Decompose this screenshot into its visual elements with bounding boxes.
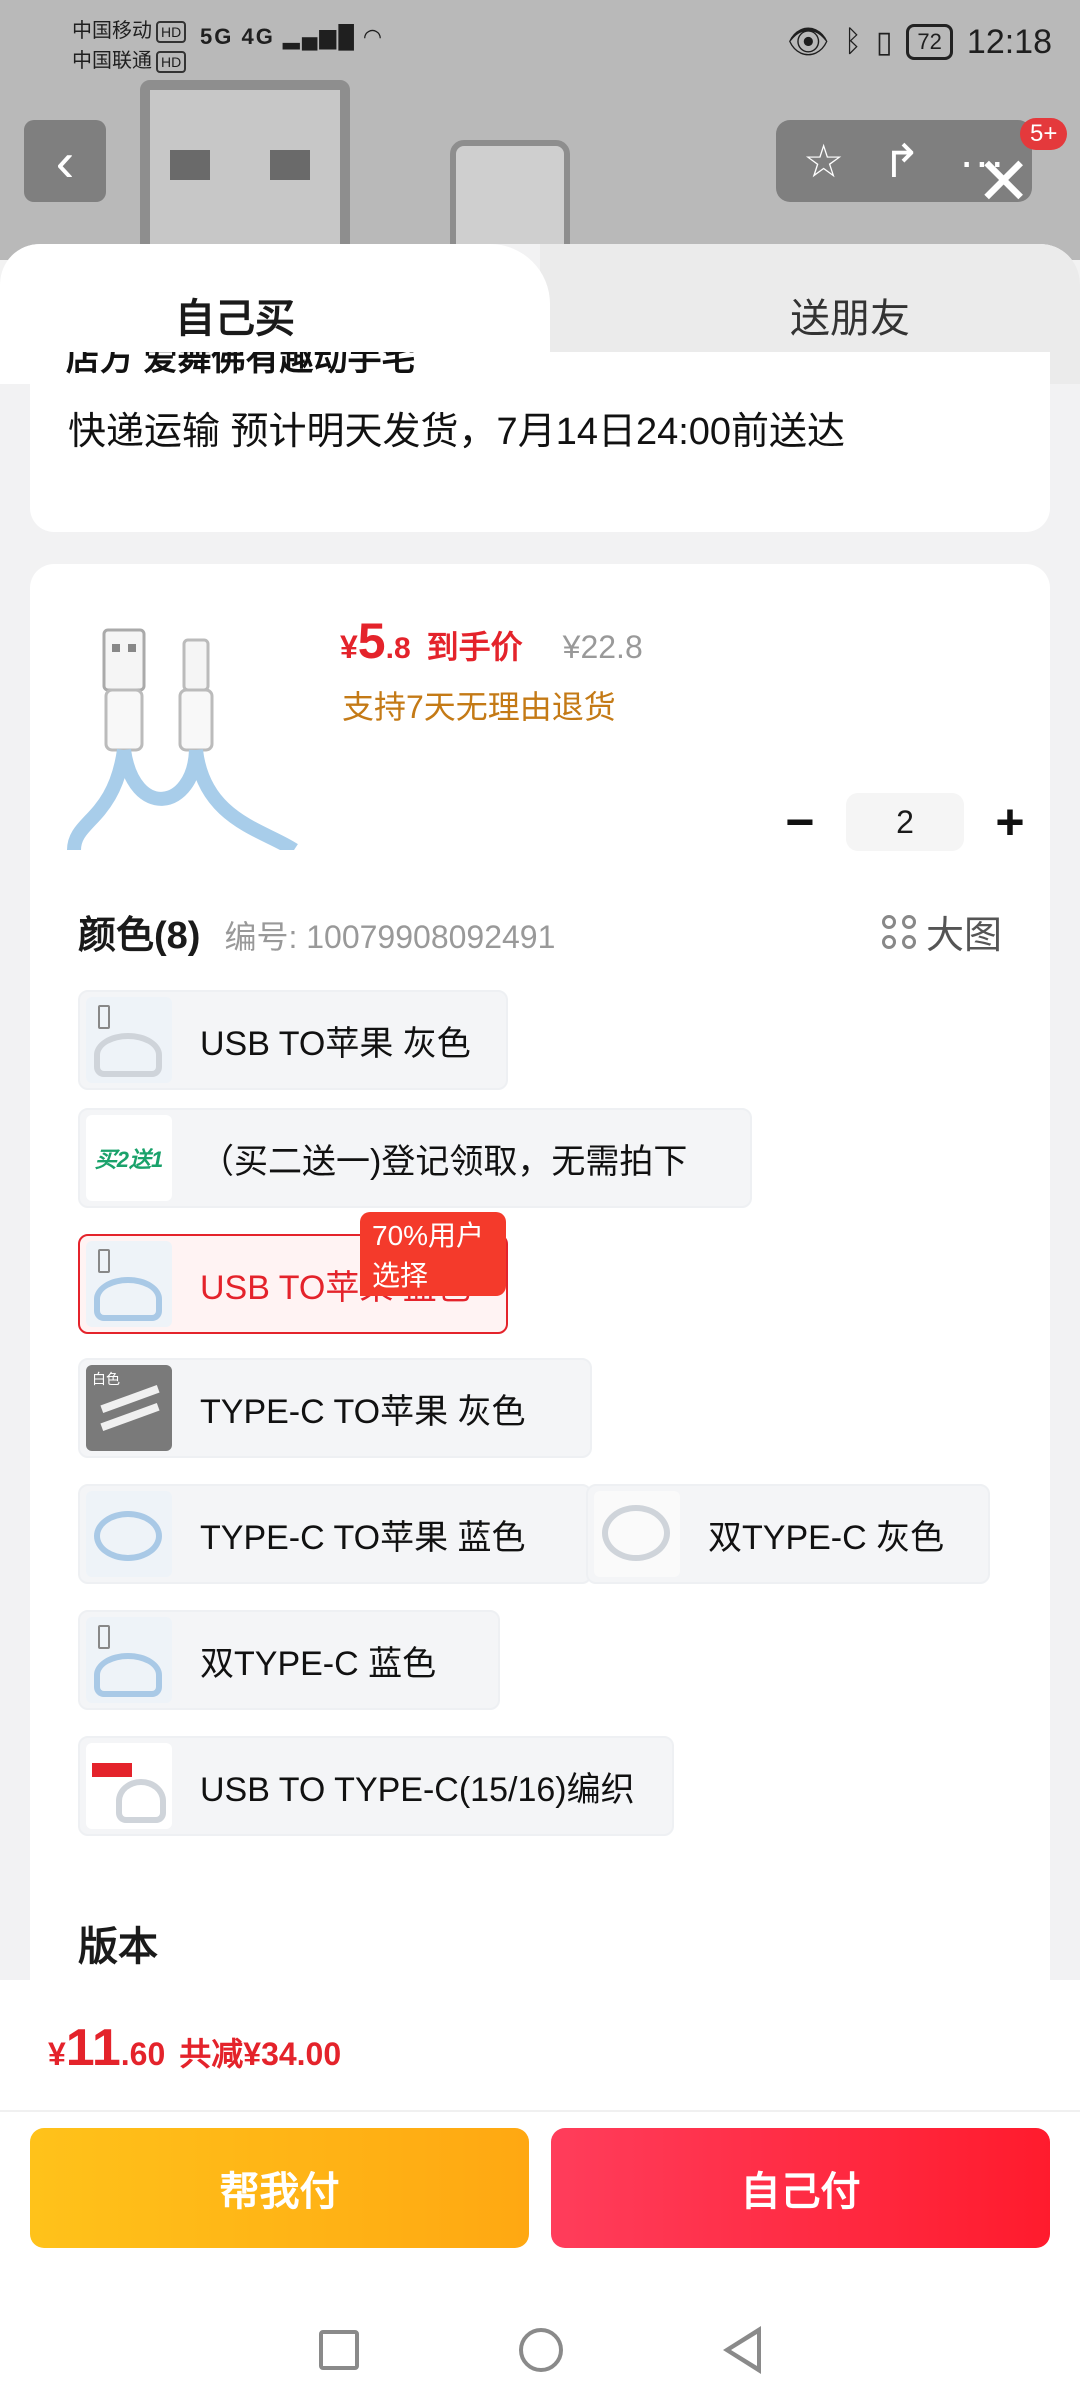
signal-icon: 5G 4G ▂▄▆█ ◠ (200, 24, 383, 49)
battery-indicator: 72 (906, 24, 953, 60)
option-thumbnail (86, 1491, 172, 1577)
product-code: 编号: 10079908092491 (224, 919, 556, 955)
back-triangle-icon[interactable] (723, 2326, 761, 2374)
pay-buttons: 帮我付 自己付 (30, 2128, 1050, 2248)
price-symbol: ¥ (340, 629, 358, 665)
total-price: ¥ 11 .60 共减¥34.00 (48, 2019, 342, 2077)
price-decimal: .8 (385, 632, 411, 665)
help-me-pay-button[interactable]: 帮我付 (30, 2128, 529, 2248)
bluetooth-icon: ᛒ (843, 25, 862, 58)
back-button[interactable]: ‹ (24, 120, 106, 202)
quantity-stepper: − 2 + (770, 792, 1040, 852)
quantity-input[interactable]: 2 (846, 793, 964, 851)
color-header: 颜色(8) 编号: 10079908092491 (78, 904, 555, 959)
color-title: 颜色(8) (78, 915, 201, 957)
option-thumbnail (86, 997, 172, 1083)
color-option[interactable]: 买2送1 （买二送一)登记领取，无需拍下 (78, 1108, 752, 1208)
color-option[interactable]: 白色 TYPE-C TO苹果 灰色 (78, 1358, 592, 1458)
minus-icon[interactable]: − (770, 792, 830, 852)
carrier-2: 中国联通 (72, 50, 152, 72)
color-option[interactable]: 双TYPE-C 蓝色 (78, 1610, 500, 1710)
option-thumbnail (594, 1491, 680, 1577)
big-image-button[interactable]: 大图 (881, 904, 1002, 959)
home-icon[interactable] (519, 2328, 563, 2372)
address-line: 店方 爱舞佛有趣动手宅 (66, 352, 416, 374)
pay-myself-button[interactable]: 自己付 (551, 2128, 1050, 2248)
delivery-estimate: 快递运输 预计明天发货，7月14日24:00前送达 (68, 411, 846, 453)
hd-badge: HD (156, 21, 187, 43)
status-right: 👁 ᛒ ▯ 72 12:18 (787, 22, 1052, 62)
shipping-card[interactable]: 店方 爱舞佛有趣动手宅 快递运输 预计明天发货，7月14日24:00前送达 (30, 352, 1050, 532)
carrier-1: 中国移动 (72, 20, 152, 42)
background-product-image-2 (450, 140, 570, 260)
eye-icon: 👁 (786, 23, 830, 61)
chevron-left-icon: ‹ (55, 129, 75, 193)
version-title: 版本 (78, 1925, 158, 1969)
background-product-image (140, 80, 350, 260)
color-option-selected[interactable]: USB TO苹果 蓝色 70%用户选择 (78, 1212, 508, 1334)
return-policy: 支持7天无理由退货 (342, 689, 616, 725)
option-thumbnail: 白色 (86, 1365, 172, 1451)
status-bar: 中国移动 HD 中国联通 HD 5G 4G ▂▄▆█ ◠ 👁 ᛒ ▯ 72 12:1… (0, 0, 1080, 96)
plus-icon[interactable]: + (980, 792, 1040, 852)
close-icon[interactable]: ✕ (976, 148, 1031, 214)
color-option[interactable]: USB TO TYPE-C(15/16)编织 (78, 1736, 674, 1836)
sku-card: ¥ 5 .8 到手价 ¥22.8 支持7天无理由退货 − 2 + 颜色(8) 编… (30, 564, 1050, 2064)
option-thumbnail (86, 1241, 172, 1327)
option-thumbnail (86, 1743, 172, 1829)
carrier-info: 中国移动 HD 中国联通 HD (72, 16, 187, 76)
total-reduction: 共减¥34.00 (179, 2036, 342, 2072)
grid-view-icon (881, 914, 916, 949)
hd-badge-2: HD (156, 51, 187, 73)
original-price: ¥22.8 (562, 629, 643, 665)
product-thumbnail[interactable] (64, 620, 304, 850)
recent-apps-icon[interactable] (319, 2330, 359, 2370)
clock: 12:18 (966, 22, 1052, 61)
color-option[interactable]: TYPE-C TO苹果 蓝色 (78, 1484, 592, 1584)
vibrate-icon: ▯ (875, 25, 893, 59)
star-icon[interactable]: ☆ (803, 134, 844, 188)
popular-badge: 70%用户选择 (360, 1212, 506, 1296)
option-thumbnail (86, 1617, 172, 1703)
price-line: ¥ 5 .8 到手价 ¥22.8 (340, 612, 643, 670)
share-icon[interactable]: ↱ (882, 134, 921, 188)
system-nav-bar (0, 2300, 1080, 2400)
price-integer: 5 (357, 613, 386, 669)
option-thumbnail: 买2送1 (86, 1115, 172, 1201)
color-option[interactable]: USB TO苹果 灰色 (78, 990, 508, 1090)
color-option[interactable]: 双TYPE-C 灰色 (586, 1484, 990, 1584)
divider (0, 2110, 1080, 2112)
final-price-label: 到手价 (426, 629, 523, 665)
